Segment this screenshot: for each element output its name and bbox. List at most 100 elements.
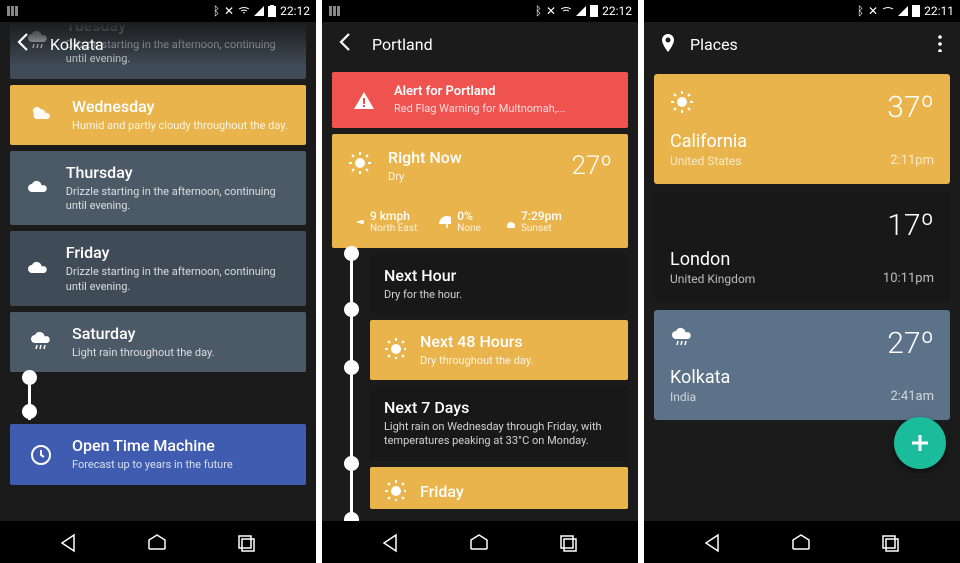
place-country: India [670, 390, 730, 404]
wifi-icon [882, 6, 894, 16]
timeline-dot [344, 360, 359, 375]
alert-title: Alert for Portland [394, 84, 566, 99]
timeline-dot [344, 456, 359, 471]
wind-value: 9 kmph [370, 209, 417, 223]
wind-label: North East [370, 223, 417, 234]
umbrella-icon [435, 212, 451, 231]
screen-places: ᛒ ✕ 22:11 Places 37º California United St… [644, 0, 960, 563]
day-desc: Drizzle starting in the afternoon, conti… [66, 185, 292, 214]
rain-icon [670, 326, 694, 354]
time-machine-card[interactable]: Open Time MachineForecast up to years in… [10, 424, 306, 484]
sun-icon [384, 479, 406, 505]
more-button[interactable] [928, 32, 948, 56]
add-place-fab[interactable] [894, 417, 946, 469]
bluetooth-icon: ᛒ [857, 4, 864, 18]
segment-desc: Dry throughout the day. [420, 354, 533, 368]
partly-cloudy-icon [24, 103, 58, 127]
place-card[interactable]: 17º LondonUnited Kingdom 10:11pm [654, 192, 950, 302]
sun-icon [670, 90, 694, 118]
signal-icon [254, 6, 264, 16]
timeline-dot [344, 246, 359, 261]
nav-back-button[interactable] [378, 531, 404, 553]
timeline-dot [22, 404, 37, 419]
segment-title: Next Hour [384, 266, 462, 285]
app-header: Portland [322, 22, 638, 66]
place-card[interactable]: 37º California United States 2:11pm [654, 74, 950, 184]
time-machine-title: Open Time Machine [72, 436, 233, 455]
nav-back-button[interactable] [700, 531, 726, 553]
alert-desc: Red Flag Warning for Multnomah,... [394, 102, 566, 116]
nav-recent-button[interactable] [234, 531, 260, 553]
now-card[interactable]: Right Now Dry 27º 9 kmphNorth East 0%None… [332, 134, 628, 247]
sun-icon [384, 337, 406, 363]
app-header: Places [644, 22, 960, 66]
cloud-icon [24, 176, 52, 200]
day-desc: Drizzle starting in the afternoon, conti… [66, 265, 292, 294]
segment-card[interactable]: Next HourDry for the hour. [370, 254, 628, 314]
now-sub: Dry [388, 170, 462, 184]
pin-icon [656, 32, 676, 56]
status-bar: ᛒ ✕ 22:12 [322, 0, 638, 22]
mute-icon: ✕ [546, 4, 556, 18]
nav-home-button[interactable] [145, 531, 171, 553]
day-card[interactable]: Wednesday Humid and partly cloudy through… [10, 85, 306, 145]
moon-icon [670, 208, 694, 236]
place-name: Kolkata [670, 367, 730, 388]
nav-home-button[interactable] [789, 531, 815, 553]
now-title: Right Now [388, 148, 462, 167]
place-time: 2:41am [890, 389, 934, 404]
wifi-icon [560, 6, 572, 16]
day-card[interactable]: SaturdayLight rain throughout the day. [10, 312, 306, 372]
bluetooth-icon: ᛒ [535, 4, 542, 18]
screen-portland: ᛒ ✕ 22:12 Portland Alert for Portland Red… [322, 0, 638, 563]
nav-recent-button[interactable] [556, 531, 582, 553]
place-time: 2:11pm [890, 153, 934, 168]
sunset-icon [499, 212, 515, 231]
nav-recent-button[interactable] [878, 531, 904, 553]
day-name: Friday [66, 243, 292, 262]
page-title: Portland [372, 35, 433, 54]
signal-icon [898, 6, 908, 16]
day-card[interactable]: ThursdayDrizzle starting in the afternoo… [10, 151, 306, 226]
place-country: United Kingdom [670, 272, 755, 286]
status-time: 22:12 [280, 4, 310, 18]
place-name: California [670, 131, 747, 152]
day-card[interactable]: Friday Drizzle starting in the afternoon,… [10, 231, 306, 306]
precip-value: 0% [457, 209, 481, 223]
place-temp: 27º [887, 326, 934, 361]
sun-icon [348, 151, 374, 181]
segment-title: Next 48 Hours [420, 332, 533, 351]
timeline-connector [350, 250, 353, 520]
rain-icon [24, 330, 58, 354]
back-button[interactable] [12, 30, 36, 58]
nav-home-button[interactable] [467, 531, 493, 553]
nav-back-button[interactable] [56, 531, 82, 553]
status-time: 22:12 [602, 4, 632, 18]
wind-icon [348, 212, 364, 231]
page-title: Kolkata [50, 35, 104, 54]
clock-icon [24, 443, 58, 467]
segment-card[interactable]: Friday [370, 467, 628, 509]
cloud-icon [24, 257, 52, 281]
segment-card[interactable]: Next 7 DaysLight rain on Wednesday throu… [370, 386, 628, 461]
android-nav-bar [644, 521, 960, 563]
segment-desc: Light rain on Wednesday through Friday, … [384, 420, 614, 449]
android-nav-bar [322, 521, 638, 563]
sunset-value: 7:29pm [521, 209, 562, 223]
place-temp: 37º [887, 90, 934, 125]
android-nav-bar [0, 521, 316, 563]
status-bar: ᛒ ✕ 22:11 [644, 0, 960, 22]
wifi-icon [238, 6, 250, 16]
segment-card[interactable]: Next 48 Hours Dry throughout the day. [370, 320, 628, 380]
place-card[interactable]: 27º Kolkata India 2:41am [654, 310, 950, 420]
back-button[interactable] [334, 30, 358, 58]
mute-icon: ✕ [224, 4, 234, 18]
precip-label: None [457, 223, 481, 234]
place-country: United States [670, 154, 747, 168]
day-name: Wednesday [72, 97, 288, 116]
day-desc: Humid and partly cloudy throughout the d… [72, 119, 288, 133]
segment-title: Friday [420, 482, 464, 501]
now-temp: 27º [571, 151, 612, 181]
alert-card[interactable]: Alert for Portland Red Flag Warning for M… [332, 72, 628, 128]
mute-icon: ✕ [868, 4, 878, 18]
